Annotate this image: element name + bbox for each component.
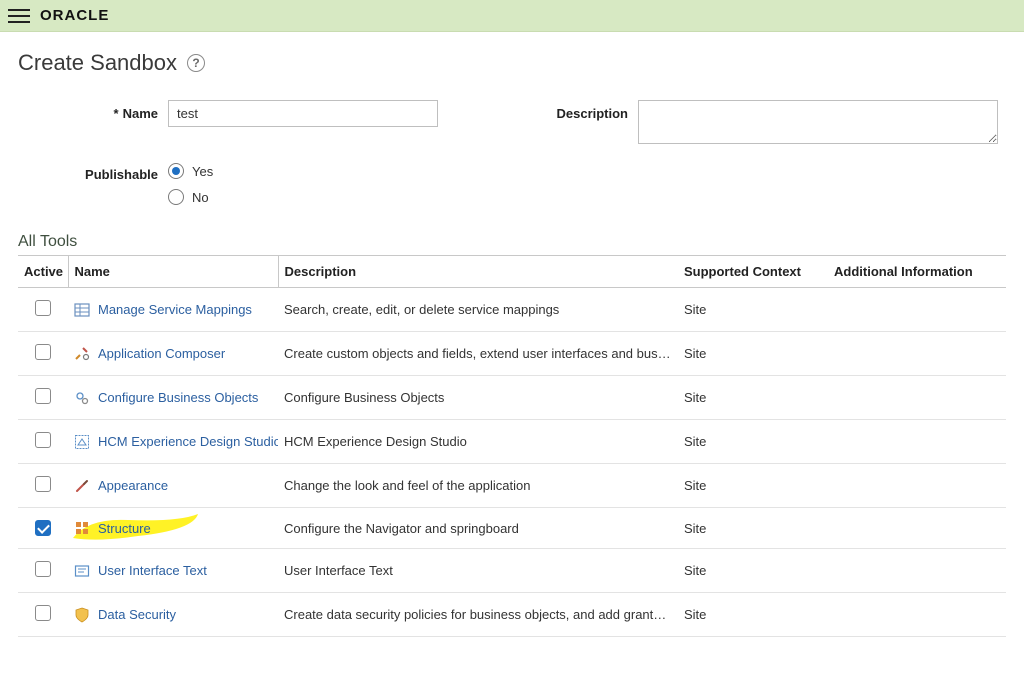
publishable-yes-radio[interactable]: Yes bbox=[168, 163, 458, 179]
active-checkbox[interactable] bbox=[35, 561, 51, 577]
tool-name-label: Configure Business Objects bbox=[98, 390, 258, 405]
brush-icon bbox=[74, 478, 90, 494]
tool-context: Site bbox=[678, 376, 828, 420]
table-row: Application Composer Create custom object… bbox=[18, 332, 1006, 376]
tool-additional bbox=[828, 288, 1006, 332]
tool-description: User Interface Text bbox=[278, 549, 678, 593]
active-checkbox[interactable] bbox=[35, 300, 51, 316]
tool-context: Site bbox=[678, 464, 828, 508]
tool-context: Site bbox=[678, 420, 828, 464]
tool-name-label: Appearance bbox=[98, 478, 168, 493]
all-tools-header: All Tools bbox=[18, 233, 1006, 251]
active-checkbox[interactable] bbox=[35, 388, 51, 404]
table-row: User Interface TextUser Interface TextSi… bbox=[18, 549, 1006, 593]
tool-name-cell[interactable]: Appearance bbox=[74, 478, 272, 494]
col-header-description[interactable]: Description bbox=[278, 256, 678, 288]
tool-additional bbox=[828, 549, 1006, 593]
tool-description: Configure the Navigator and springboard bbox=[278, 508, 678, 549]
publishable-no-radio[interactable]: No bbox=[168, 189, 458, 205]
tool-additional bbox=[828, 332, 1006, 376]
tool-additional bbox=[828, 376, 1006, 420]
description-input[interactable] bbox=[638, 100, 998, 144]
tool-context: Site bbox=[678, 332, 828, 376]
tool-context: Site bbox=[678, 549, 828, 593]
col-header-context[interactable]: Supported Context bbox=[678, 256, 828, 288]
tool-name-label: Data Security bbox=[98, 607, 176, 622]
design-icon bbox=[74, 434, 90, 450]
tool-name-cell[interactable]: Structure bbox=[74, 520, 272, 536]
tool-description: Change the look and feel of the applicat… bbox=[278, 464, 678, 508]
radio-selected-icon bbox=[168, 163, 184, 179]
tools-table: Active Name Description Supported Contex… bbox=[18, 255, 1006, 637]
active-checkbox[interactable] bbox=[35, 432, 51, 448]
table-row: HCM Experience Design StudioHCM Experien… bbox=[18, 420, 1006, 464]
table-row: Manage Service Mappings Search, create, e… bbox=[18, 288, 1006, 332]
shield-icon bbox=[74, 607, 90, 623]
tool-additional bbox=[828, 593, 1006, 637]
tool-description: HCM Experience Design Studio bbox=[278, 420, 678, 464]
page-title: Create Sandbox bbox=[18, 50, 177, 76]
active-checkbox[interactable] bbox=[35, 344, 51, 360]
description-label: Description bbox=[468, 100, 628, 121]
active-checkbox[interactable] bbox=[35, 605, 51, 621]
col-header-name[interactable]: Name bbox=[68, 256, 278, 288]
name-input[interactable] bbox=[168, 100, 438, 127]
tool-name-cell[interactable]: Configure Business Objects bbox=[74, 390, 272, 406]
grid-icon bbox=[74, 520, 90, 536]
tool-additional bbox=[828, 420, 1006, 464]
tool-additional bbox=[828, 508, 1006, 549]
tool-description: Configure Business Objects bbox=[278, 376, 678, 420]
col-header-additional[interactable]: Additional Information bbox=[828, 256, 1006, 288]
active-checkbox[interactable] bbox=[35, 520, 51, 536]
tool-name-label: Application Composer bbox=[98, 346, 225, 361]
publishable-label: Publishable bbox=[48, 161, 158, 182]
tool-name-cell[interactable]: User Interface Text bbox=[74, 563, 272, 579]
tool-name-cell[interactable]: Data Security bbox=[74, 607, 272, 623]
tool-name-label: User Interface Text bbox=[98, 563, 207, 578]
table-row: Structure Configure the Navigator and spr… bbox=[18, 508, 1006, 549]
help-icon[interactable]: ? bbox=[187, 54, 205, 72]
tool-name-label: Manage Service Mappings bbox=[98, 302, 252, 317]
tool-name-cell[interactable]: HCM Experience Design Studio bbox=[74, 434, 272, 450]
active-checkbox[interactable] bbox=[35, 476, 51, 492]
tool-context: Site bbox=[678, 508, 828, 549]
brand-logo: ORACLE bbox=[40, 7, 109, 24]
tool-description: Create custom objects and fields, extend… bbox=[278, 332, 678, 376]
tool-name-cell[interactable]: Application Composer bbox=[74, 346, 272, 362]
tool-description: Search, create, edit, or delete service … bbox=[278, 288, 678, 332]
col-header-active[interactable]: Active bbox=[18, 256, 68, 288]
tool-context: Site bbox=[678, 288, 828, 332]
tool-context: Site bbox=[678, 593, 828, 637]
composer-icon bbox=[74, 346, 90, 362]
tool-name-label: Structure bbox=[98, 521, 151, 536]
menu-icon[interactable] bbox=[8, 5, 30, 27]
tool-name-label: HCM Experience Design Studio bbox=[98, 434, 278, 449]
tool-name-cell[interactable]: Manage Service Mappings bbox=[74, 302, 272, 318]
uitext-icon bbox=[74, 563, 90, 579]
table-row: Appearance Change the look and feel of th… bbox=[18, 464, 1006, 508]
table-row: Configure Business Objects Configure Busi… bbox=[18, 376, 1006, 420]
radio-unselected-icon bbox=[168, 189, 184, 205]
top-banner: ORACLE bbox=[0, 0, 1024, 32]
mappings-icon bbox=[74, 302, 90, 318]
gears-icon bbox=[74, 390, 90, 406]
name-label: *Name bbox=[48, 100, 158, 121]
tool-description: Create data security policies for busine… bbox=[278, 593, 678, 637]
table-row: Data Security Create data security polici… bbox=[18, 593, 1006, 637]
tool-additional bbox=[828, 464, 1006, 508]
